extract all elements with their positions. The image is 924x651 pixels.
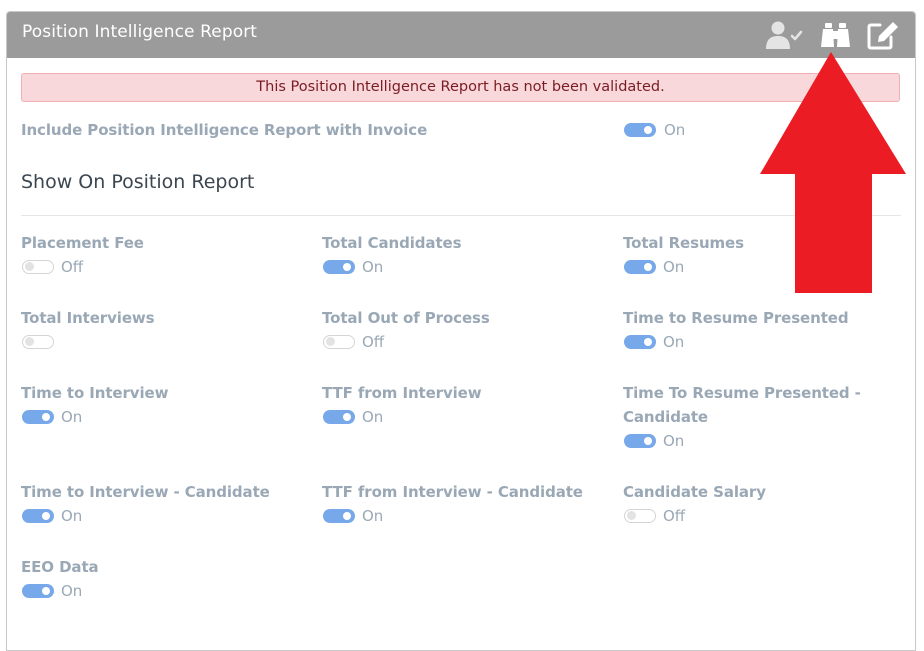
- toggle-knob: [644, 437, 652, 445]
- toggle-knob: [644, 263, 652, 271]
- state-time-to-interview: On: [61, 408, 83, 426]
- toggle-knob: [42, 587, 50, 595]
- field-label-time-to-resume-presented: Time to Resume Presented: [623, 306, 849, 330]
- state-placement-fee: Off: [61, 258, 84, 276]
- field-label-total-candidates: Total Candidates: [322, 231, 462, 255]
- toggle-knob: [644, 126, 652, 134]
- state-total-candidates: On: [362, 258, 384, 276]
- toggle-knob: [343, 263, 351, 271]
- toggle-knob: [42, 512, 50, 520]
- field-label-total-out-of-process: Total Out of Process: [322, 306, 490, 330]
- toggle-knob: [42, 413, 50, 421]
- include-invoice-state: On: [664, 121, 686, 139]
- field-label-total-interviews: Total Interviews: [21, 306, 155, 330]
- field-label-line: Total Out of Process: [322, 309, 490, 327]
- field-label-line: Time to Resume Presented: [623, 309, 849, 327]
- toggle-knob: [343, 413, 351, 421]
- field-label-line: Total Interviews: [21, 309, 155, 327]
- field-label-time-to-resume-presented: Time To Resume Presented - Candidate: [623, 381, 861, 429]
- red-arrow-annotation: [760, 52, 906, 293]
- field-label-time-to-interview-candidate: Time to Interview - Candidate: [21, 480, 270, 504]
- toggle-knob: [25, 262, 34, 271]
- field-label-line: Time to Interview: [21, 384, 169, 402]
- state-time-to-resume-presented: On: [663, 333, 685, 351]
- field-label-line: Total Resumes: [623, 234, 744, 252]
- field-label-line: Time to Interview - Candidate: [21, 483, 270, 501]
- state-ttf-from-interview: On: [362, 408, 384, 426]
- field-label-ttf-from-interview-candidate: TTF from Interview - Candidate: [322, 480, 583, 504]
- toggle-knob: [627, 511, 636, 520]
- field-label-line: Candidate Salary: [623, 483, 766, 501]
- field-label-candidate-salary: Candidate Salary: [623, 480, 766, 504]
- toggle-knob: [343, 512, 351, 520]
- field-label-line: Total Candidates: [322, 234, 462, 252]
- field-label-time-to-interview: Time to Interview: [21, 381, 168, 405]
- field-label-line-2: Candidate: [623, 408, 708, 426]
- toggle-knob: [326, 337, 335, 346]
- state-ttf-from-interview-candidate: On: [362, 507, 384, 525]
- user-check-icon[interactable]: [764, 20, 803, 50]
- field-label-eeo-data: EEO Data: [21, 555, 99, 579]
- field-label-line: EEO Data: [21, 558, 99, 576]
- state-total-out-of-process: Off: [362, 333, 385, 351]
- panel-title: Position Intelligence Report: [22, 22, 258, 42]
- state-time-to-interview-candidate: On: [61, 507, 83, 525]
- field-label-total-resumes: Total Resumes: [623, 231, 744, 255]
- field-label-ttf-from-interview: TTF from Interview: [322, 381, 482, 405]
- field-label-placement-fee: Placement Fee: [21, 231, 144, 255]
- binoculars-icon[interactable]: [818, 20, 854, 50]
- state-time-to-resume-presented: On: [663, 432, 685, 450]
- toggle-knob: [644, 338, 652, 346]
- field-label-line: TTF from Interview - Candidate: [322, 483, 583, 501]
- state-candidate-salary: Off: [663, 507, 686, 525]
- field-label-line: Placement Fee: [21, 234, 144, 252]
- field-label-line: TTF from Interview: [322, 384, 482, 402]
- state-total-resumes: On: [663, 258, 685, 276]
- toggle-knob: [25, 337, 34, 346]
- section-title: Show On Position Report: [21, 171, 255, 193]
- include-invoice-label: Include Position Intelligence Report wit…: [21, 121, 428, 139]
- edit-icon[interactable]: [865, 20, 901, 50]
- field-label-line: Time To Resume Presented -: [623, 384, 861, 402]
- state-eeo-data: On: [61, 582, 83, 600]
